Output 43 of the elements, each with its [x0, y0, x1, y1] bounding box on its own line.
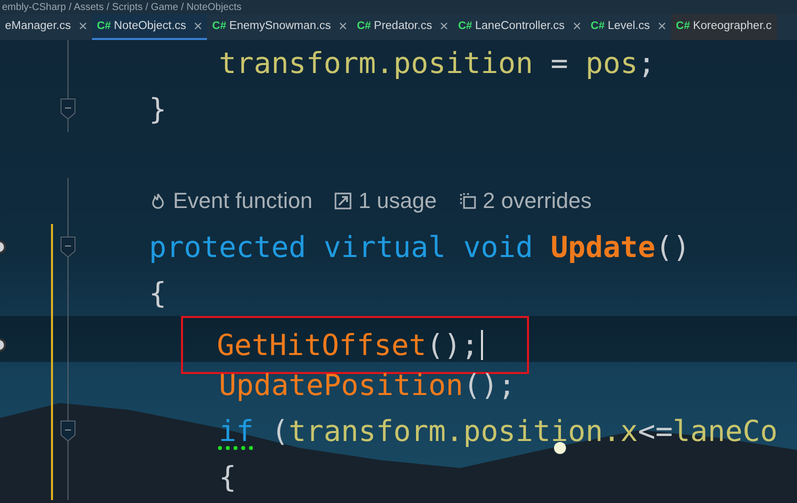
fold-icon[interactable] [60, 98, 76, 120]
code-token: transform.position.x [288, 414, 638, 448]
close-icon[interactable] [440, 22, 448, 30]
code-token: ; [638, 46, 656, 80]
code-token: } [149, 92, 166, 126]
code-token: = [550, 46, 570, 80]
code-token: UpdatePosition [218, 368, 464, 402]
file-tab[interactable]: C# NoteObject.cs [92, 14, 208, 40]
code-token: ( [270, 414, 289, 448]
code-hint[interactable]: 1 usage [334, 188, 437, 214]
code-token: <= [638, 414, 673, 448]
code-hint[interactable]: 2 overrides [458, 188, 592, 214]
code-token: { [149, 276, 166, 310]
file-tab[interactable]: C# Level.cs [586, 14, 671, 40]
arrow-box-icon [334, 192, 352, 210]
close-icon[interactable] [658, 22, 666, 30]
code-token: GetHitOffset [216, 328, 426, 362]
file-tab[interactable]: C# Predator.cs [352, 14, 454, 40]
code-token: (); [463, 368, 516, 402]
file-tab[interactable]: C# EnemySnowman.cs [207, 14, 352, 40]
code-token: Update [550, 230, 656, 264]
gutter-marker-icon[interactable] [0, 239, 7, 255]
close-icon[interactable] [78, 22, 87, 30]
flame-icon [149, 192, 167, 210]
code-token: { [218, 460, 236, 494]
close-icon[interactable] [194, 22, 202, 30]
file-tab[interactable]: eManager.cs [0, 14, 92, 40]
code-token: (); [426, 328, 479, 362]
code-token: laneCo [672, 414, 778, 448]
dashed-box-icon [458, 192, 477, 210]
close-icon[interactable] [572, 22, 581, 30]
close-icon[interactable] [338, 22, 347, 30]
code-token: transform.position [218, 46, 534, 80]
code-token: pos [586, 46, 638, 80]
code-token: () [655, 230, 690, 264]
code-token: protected virtual void [149, 230, 534, 264]
breadcrumb-path: embly-CSharp / Assets / Scripts / Game / NoteObjects [0, 0, 797, 14]
file-tab[interactable]: C# Koreographer.c [670, 14, 777, 40]
gutter-marker-icon[interactable] [0, 337, 7, 353]
code-hint[interactable]: Event function [149, 188, 312, 214]
fold-icon[interactable] [60, 236, 76, 258]
file-tab[interactable]: C# LaneController.cs [453, 14, 586, 40]
code-token: if [218, 414, 254, 448]
